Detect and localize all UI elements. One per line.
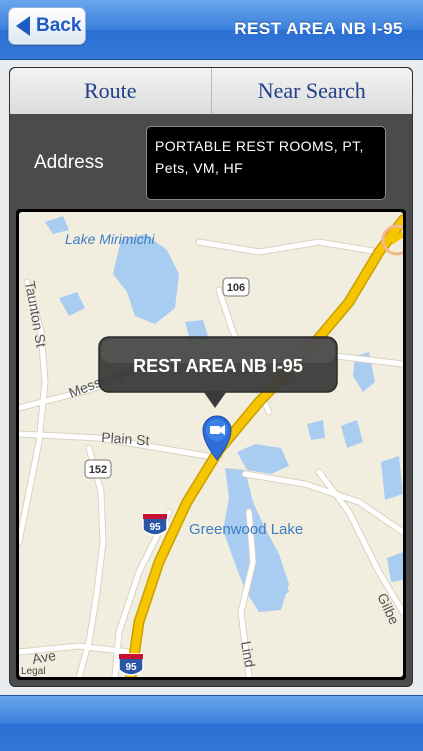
page-title: REST AREA NB I-95 xyxy=(234,19,403,38)
callout-title: REST AREA NB I-95 xyxy=(133,356,303,376)
plain-st-label: Plain St xyxy=(101,429,150,448)
bottom-toolbar xyxy=(0,695,423,751)
route-152-shield: 152 xyxy=(84,459,112,479)
navigation-bar: Back REST AREA NB I-95 xyxy=(0,0,423,60)
map-view[interactable]: Lake Mirimichi Greenwood Lake Taunton St… xyxy=(19,212,403,677)
back-button-label: Back xyxy=(36,15,82,36)
svg-text:95: 95 xyxy=(125,662,137,673)
address-label: Address xyxy=(34,152,104,173)
lake-mirimichi-label: Lake Mirimichi xyxy=(65,231,155,247)
greenwood-lake-label: Greenwood Lake xyxy=(189,521,303,538)
map-frame: Lake Mirimichi Greenwood Lake Taunton St… xyxy=(16,209,406,680)
tab-route[interactable]: Route xyxy=(10,68,212,114)
legal-link[interactable]: Legal xyxy=(21,666,45,677)
svg-text:152: 152 xyxy=(89,464,107,476)
tab-near-search[interactable]: Near Search xyxy=(211,68,412,114)
detail-panel: Route Near Search Address PORTABLE REST … xyxy=(9,67,413,687)
back-arrow-icon xyxy=(16,16,30,36)
svg-text:95: 95 xyxy=(149,522,161,533)
interstate-95-shield: 95 xyxy=(118,653,144,676)
segmented-tabs: Route Near Search xyxy=(10,68,412,114)
back-button[interactable]: Back xyxy=(8,7,86,45)
map-canvas[interactable]: Lake Mirimichi Greenwood Lake Taunton St… xyxy=(19,212,403,677)
svg-text:106: 106 xyxy=(227,282,245,294)
interstate-95-shield: 95 xyxy=(142,513,168,536)
address-value: PORTABLE REST ROOMS, PT, Pets, VM, HF xyxy=(146,126,386,200)
route-106-shield: 106 xyxy=(222,277,250,297)
